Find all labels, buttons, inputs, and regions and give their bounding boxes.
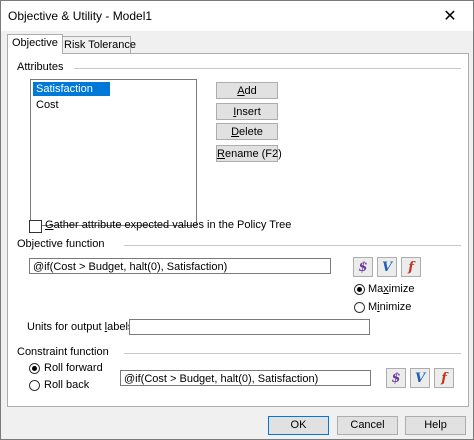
objective-section-label: Objective function xyxy=(17,238,105,250)
roll-forward-label: Roll forward xyxy=(44,362,103,374)
function-icon[interactable]: f xyxy=(434,368,454,388)
roll-back-label: Roll back xyxy=(44,379,90,391)
objective-divider xyxy=(124,245,461,246)
units-input[interactable] xyxy=(129,319,370,335)
attributes-divider xyxy=(74,68,461,69)
window-title: Objective & Utility - Model1 xyxy=(8,9,153,23)
roll-back-radio[interactable] xyxy=(29,380,40,391)
value-icon[interactable]: V xyxy=(377,257,397,277)
cancel-button[interactable]: Cancel xyxy=(337,416,398,435)
insert-button[interactable]: Insert xyxy=(216,103,278,120)
attributes-section-label: Attributes xyxy=(17,61,64,73)
tab-objective[interactable]: Objective xyxy=(7,34,63,54)
list-item[interactable]: Cost xyxy=(33,98,194,112)
add-button[interactable]: Add xyxy=(216,82,278,99)
title-bar: Objective & Utility - Model1 ✕ xyxy=(1,1,473,31)
attributes-listbox[interactable]: Satisfaction Cost xyxy=(30,79,197,226)
help-button[interactable]: Help xyxy=(405,416,466,435)
delete-button[interactable]: Delete xyxy=(216,123,278,140)
maximize-radio[interactable] xyxy=(354,284,365,295)
maximize-label: Maximize xyxy=(368,283,415,295)
constraint-divider xyxy=(124,353,461,354)
roll-forward-radio[interactable] xyxy=(29,363,40,374)
dialog-window: Objective & Utility - Model1 ✕ Objective… xyxy=(0,0,474,440)
rename-button[interactable]: Rename (F2) xyxy=(216,145,282,162)
radio-selected-dot xyxy=(357,287,362,292)
tab-panel-objective: Attributes Satisfaction Cost Add Insert … xyxy=(7,53,469,407)
ok-button[interactable]: OK xyxy=(268,416,329,435)
constraint-section-label: Constraint function xyxy=(17,346,109,358)
value-icon[interactable]: V xyxy=(410,368,430,388)
units-label: Units for output labels: xyxy=(27,321,137,333)
close-icon[interactable]: ✕ xyxy=(427,1,473,31)
minimize-label: Minimize xyxy=(368,301,412,313)
dollar-icon[interactable]: $ xyxy=(353,257,373,277)
constraint-formula-input[interactable]: @if(Cost > Budget, halt(0), Satisfaction… xyxy=(120,370,371,386)
radio-selected-dot xyxy=(32,366,37,371)
tab-risk-tolerance[interactable]: Risk Tolerance xyxy=(59,36,136,53)
function-icon[interactable]: f xyxy=(401,257,421,277)
objective-formula-input[interactable]: @if(Cost > Budget, halt(0), Satisfaction… xyxy=(29,258,331,274)
gather-values-checkbox[interactable] xyxy=(29,220,42,233)
minimize-radio[interactable] xyxy=(354,302,365,313)
dollar-icon[interactable]: $ xyxy=(386,368,406,388)
gather-values-label: Gather attribute expected values in the … xyxy=(45,219,292,231)
list-item[interactable]: Satisfaction xyxy=(33,82,110,96)
